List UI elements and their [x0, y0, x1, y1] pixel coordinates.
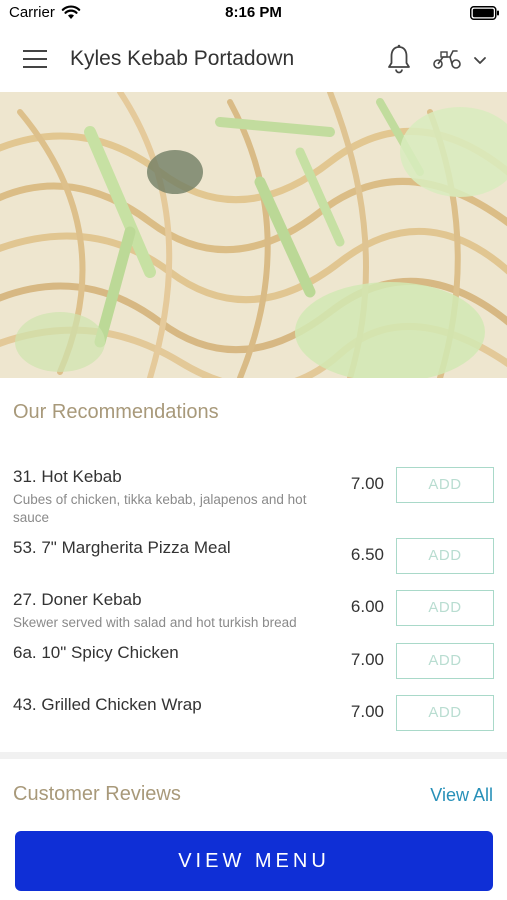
reviews-heading: Customer Reviews [13, 783, 181, 805]
scooter-icon[interactable] [432, 48, 462, 70]
noodles-photo [0, 92, 507, 378]
view-all-link[interactable]: View All [430, 785, 493, 806]
chevron-down-icon[interactable] [472, 54, 488, 66]
status-bar: Carrier 8:16 PM [0, 0, 507, 26]
add-button[interactable]: ADD [396, 538, 494, 574]
add-button[interactable]: ADD [396, 643, 494, 679]
hero-image [0, 92, 507, 378]
view-menu-button[interactable]: VIEW MENU [15, 831, 493, 891]
add-button[interactable]: ADD [396, 467, 494, 503]
bell-icon[interactable] [386, 44, 412, 74]
item-name: 53. 7" Margherita Pizza Meal [13, 538, 231, 557]
menu-icon[interactable] [23, 49, 47, 69]
status-time: 8:16 PM [225, 4, 282, 21]
battery-icon [470, 6, 499, 20]
item-price: 6.00 [350, 597, 384, 616]
item-description: Skewer served with salad and hot turkish… [13, 615, 297, 630]
add-button[interactable]: ADD [396, 590, 494, 626]
item-price: 7.00 [350, 474, 384, 493]
page-title: Kyles Kebab Portadown [70, 47, 295, 70]
item-name: 27. Doner Kebab [13, 590, 142, 609]
item-description: Cubes of chicken, tikka kebab, jalapenos… [13, 492, 307, 525]
item-price: 7.00 [350, 650, 384, 669]
item-price: 6.50 [350, 545, 384, 564]
item-name: 6a. 10" Spicy Chicken [13, 643, 179, 662]
recommendations-heading: Our Recommendations [13, 401, 219, 423]
section-divider [0, 752, 507, 759]
item-name: 31. Hot Kebab [13, 467, 122, 486]
item-price: 7.00 [350, 702, 384, 721]
add-button[interactable]: ADD [396, 695, 494, 731]
app-header: Kyles Kebab Portadown [0, 26, 507, 93]
item-name: 43. Grilled Chicken Wrap [13, 695, 202, 714]
